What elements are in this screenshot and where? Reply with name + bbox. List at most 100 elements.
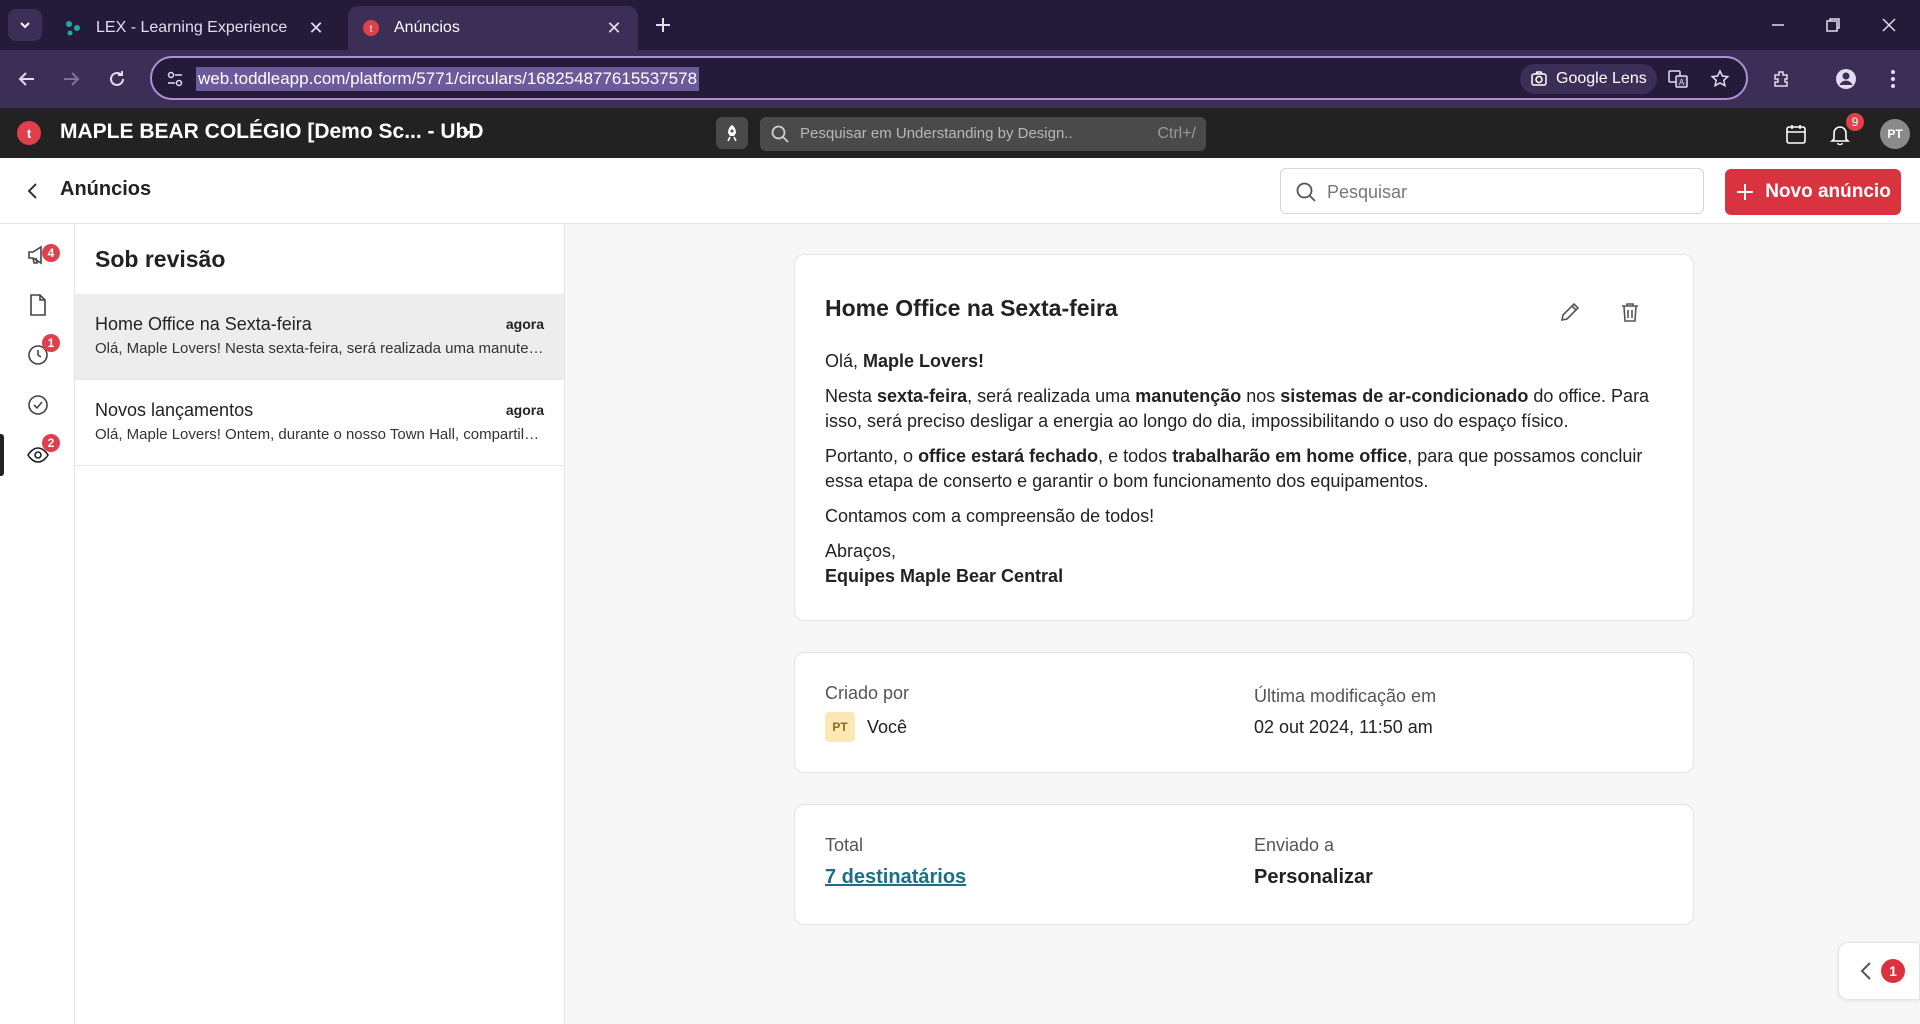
- search-shortcut: Ctrl+/: [1157, 125, 1196, 142]
- left-nav-rail: 4 1 2: [0, 224, 75, 1024]
- total-label: Total: [825, 835, 864, 855]
- creator-avatar: PT: [825, 712, 855, 742]
- search-placeholder: Pesquisar: [1327, 182, 1408, 202]
- restore-icon[interactable]: [1810, 10, 1856, 40]
- browser-tab-bar: LEX - Learning Experience ✕ t Anúncios ✕: [0, 0, 1920, 50]
- chevron-left-icon: [27, 183, 37, 199]
- chevron-left-icon: [1860, 962, 1871, 980]
- back-arrow-icon[interactable]: [12, 64, 42, 94]
- creator: PT Você: [825, 712, 909, 742]
- rocket-button[interactable]: [716, 117, 748, 149]
- caret-down-icon[interactable]: [460, 126, 474, 140]
- announcement-search-input[interactable]: Pesquisar: [1280, 168, 1704, 214]
- browser-menu-icon[interactable]: [1878, 64, 1908, 94]
- plus-icon: [1737, 184, 1754, 200]
- message-card: Home Office na Sexta-feira Olá, Maple Lo…: [794, 254, 1694, 621]
- search-icon: [1296, 182, 1316, 202]
- toddle-favicon-icon: t: [362, 19, 380, 37]
- message-sign-off: Abraços,: [825, 541, 897, 561]
- new-announcement-button[interactable]: Novo anúncio: [1725, 169, 1901, 215]
- toddle-logo-icon[interactable]: t: [16, 120, 42, 146]
- list-item[interactable]: Home Office na Sexta-feira agora Olá, Ma…: [75, 294, 564, 380]
- browser-toolbar: web.toddleapp.com/platform/5771/circular…: [0, 50, 1920, 108]
- profile-icon[interactable]: [1831, 64, 1861, 94]
- svg-text:A: A: [1679, 78, 1685, 87]
- created-by-label: Criado por: [825, 683, 910, 703]
- global-search-input[interactable]: Pesquisar em Understanding by Design.. C…: [760, 117, 1206, 151]
- modified-label: Última modificação em: [1254, 686, 1437, 706]
- app-header: t MAPLE BEAR COLÉGIO [Demo Sc... - UbD P…: [0, 108, 1920, 158]
- translate-icon[interactable]: A: [1666, 67, 1690, 91]
- list-item-time: agora: [505, 402, 544, 418]
- sent-to-value: Personalizar: [1254, 866, 1373, 888]
- page-header: Anúncios Pesquisar Novo anúncio: [0, 158, 1920, 224]
- edit-button[interactable]: [1555, 297, 1585, 327]
- side-panel-toggle[interactable]: 1: [1838, 942, 1920, 1000]
- new-tab-icon[interactable]: [650, 12, 676, 38]
- rail-item-announcements[interactable]: 4: [0, 230, 75, 280]
- metadata-card: Criado por PT Você Última modificação em…: [794, 652, 1694, 773]
- page-title: Anúncios: [60, 178, 152, 200]
- list-item-title: Novos lançamentos: [95, 400, 254, 420]
- rail-item-sent[interactable]: [0, 380, 75, 430]
- modified-section: Última modificação em 02 out 2024, 11:50…: [1254, 686, 1436, 738]
- notification-badge: 9: [1846, 113, 1864, 131]
- extensions-icon[interactable]: [1766, 64, 1796, 94]
- chevron-down-icon: [20, 22, 30, 29]
- message-title: Home Office na Sexta-feira: [825, 295, 1118, 321]
- tab-search-button[interactable]: [8, 9, 42, 41]
- message-signature: Equipes Maple Bear Central: [825, 566, 1064, 586]
- close-tab-icon[interactable]: ✕: [604, 18, 624, 38]
- rocket-icon: [727, 125, 737, 142]
- lex-favicon-icon: [64, 19, 82, 37]
- user-avatar[interactable]: PT: [1880, 119, 1910, 149]
- rail-item-documents[interactable]: [0, 280, 75, 330]
- rail-item-under-review[interactable]: 2: [0, 430, 75, 480]
- reload-icon[interactable]: [102, 64, 132, 94]
- browser-tab-anuncios[interactable]: t Anúncios ✕: [348, 6, 638, 50]
- tab-title: Anúncios: [394, 19, 460, 36]
- url-text[interactable]: web.toddleapp.com/platform/5771/circular…: [196, 67, 700, 91]
- list-item-time: agora: [505, 316, 544, 332]
- calendar-icon[interactable]: [1783, 121, 1809, 147]
- total-section: Total 7 destinatários: [825, 835, 966, 889]
- search-placeholder: Pesquisar em Understanding by Design..: [800, 125, 1073, 142]
- svg-text:t: t: [27, 126, 32, 141]
- delete-button[interactable]: [1615, 297, 1645, 327]
- address-bar[interactable]: web.toddleapp.com/platform/5771/circular…: [150, 56, 1748, 100]
- trash-icon: [1622, 303, 1638, 322]
- message-greeting: Olá, Maple Lovers!: [825, 351, 985, 371]
- message-paragraph: Nesta sexta-feira, será realizada uma ma…: [825, 386, 1650, 431]
- list-item[interactable]: Novos lançamentos agora Olá, Maple Lover…: [75, 380, 564, 466]
- minimize-icon[interactable]: [1755, 10, 1801, 40]
- tab-title: LEX - Learning Experience: [96, 19, 288, 36]
- rail-item-scheduled[interactable]: 1: [0, 330, 75, 380]
- rail-badge: 4: [42, 244, 60, 262]
- document-icon: [29, 294, 46, 316]
- back-button[interactable]: [20, 178, 46, 204]
- sent-to-label: Enviado a: [1254, 835, 1335, 855]
- list-item-title: Home Office na Sexta-feira: [95, 314, 312, 334]
- google-lens-button[interactable]: Google Lens: [1520, 64, 1657, 94]
- created-by-section: Criado por PT Você: [825, 683, 909, 742]
- modified-value: 02 out 2024, 11:50 am: [1254, 717, 1433, 737]
- bookmark-star-icon[interactable]: [1708, 67, 1732, 91]
- message-body: Olá, Maple Lovers! Nesta sexta-feira, se…: [825, 349, 1670, 589]
- rail-badge: 1: [42, 334, 60, 352]
- browser-tab-lex[interactable]: LEX - Learning Experience ✕: [50, 6, 340, 50]
- svg-text:t: t: [370, 24, 373, 35]
- org-switcher[interactable]: MAPLE BEAR COLÉGIO [Demo Sc... - UbD: [60, 120, 484, 144]
- lens-label: Google Lens: [1556, 70, 1647, 87]
- list-item-snippet: Olá, Maple Lovers! Nesta sexta-feira, se…: [95, 340, 545, 357]
- site-settings-icon[interactable]: [164, 68, 186, 90]
- recipients-link[interactable]: 7 destinatários: [825, 866, 966, 889]
- close-window-icon[interactable]: [1866, 10, 1912, 40]
- message-paragraph: Contamos com a compreensão de todos!: [825, 506, 1155, 526]
- forward-arrow-icon[interactable]: [56, 64, 86, 94]
- new-announcement-label: Novo anúncio: [1765, 181, 1891, 202]
- sent-to-section: Enviado a Personalizar: [1254, 835, 1373, 889]
- pencil-icon: [1560, 302, 1580, 322]
- check-circle-icon: [27, 395, 48, 415]
- message-paragraph: Portanto, o office estará fechado, e tod…: [825, 446, 1643, 491]
- close-tab-icon[interactable]: ✕: [306, 18, 326, 38]
